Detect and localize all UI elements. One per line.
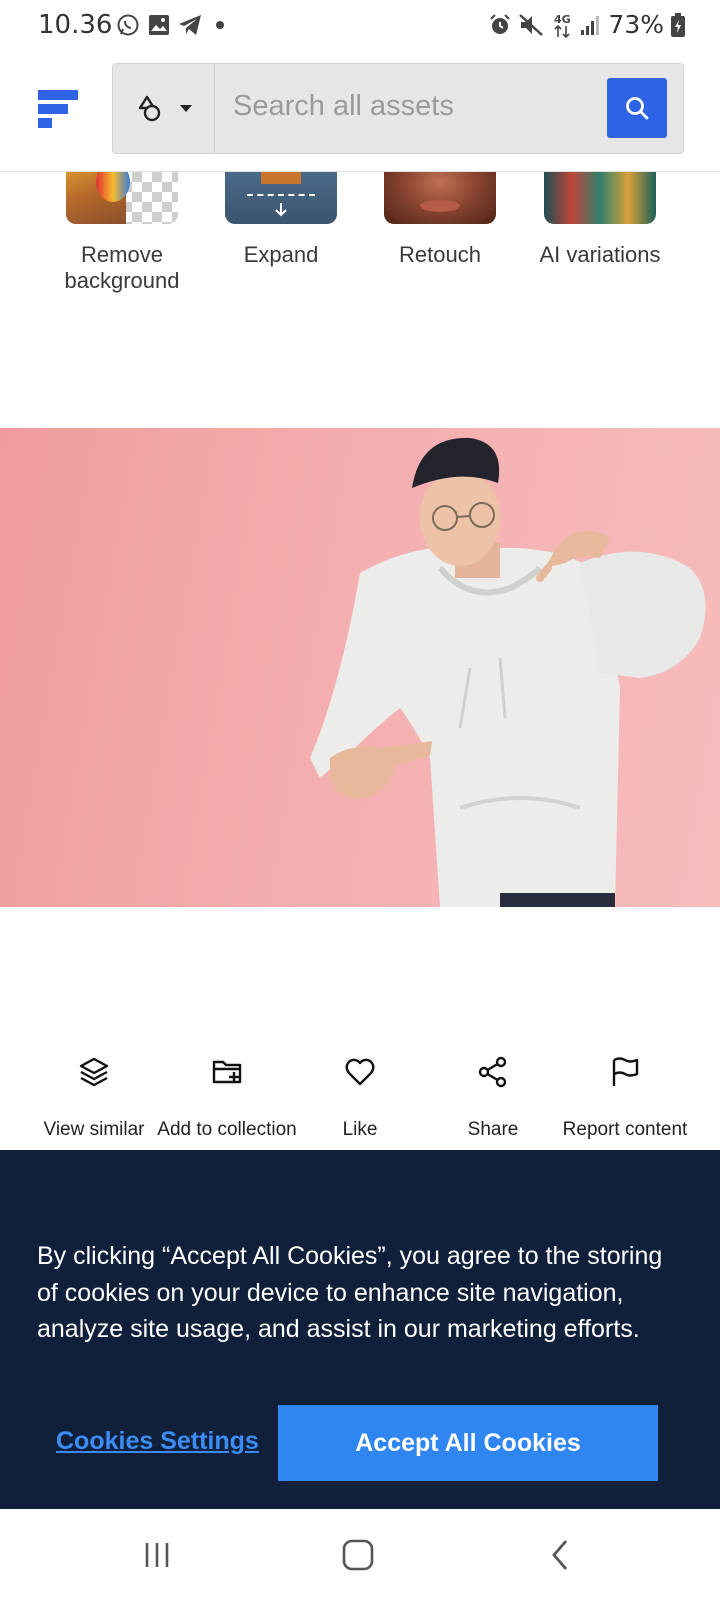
like-button[interactable]: Like (290, 1052, 430, 1145)
system-icons: 4G 73% (488, 10, 686, 39)
signal-icon (581, 15, 600, 35)
cookie-consent-text: By clicking “Accept All Cookies”, you ag… (37, 1242, 663, 1343)
search-button[interactable] (607, 78, 667, 138)
alarm-icon (490, 13, 511, 34)
4g-icon: 4G (554, 13, 571, 38)
svg-text:4G: 4G (554, 13, 571, 26)
status-time: 10.36 (38, 10, 113, 40)
asset-preview-image[interactable] (0, 428, 720, 907)
action-label: Like (342, 1119, 378, 1140)
system-navigation-bar (0, 1509, 720, 1600)
recents-button[interactable] (137, 1535, 177, 1575)
photo-man-in-hoodie (310, 437, 706, 907)
app-header: Search all assets (0, 52, 720, 172)
action-label: Report content (562, 1119, 688, 1140)
tool-label: Retouch (399, 242, 481, 267)
accept-all-cookies-button[interactable]: Accept All Cookies (278, 1405, 658, 1481)
tool-label: Expand (243, 242, 319, 267)
ai-variations-thumbnail (544, 172, 656, 224)
caret-down-icon (179, 104, 192, 112)
tool-expand[interactable]: Expand (196, 172, 366, 268)
heart-icon (345, 1058, 375, 1086)
asset-actions: View similar Add to collection Like Shar… (0, 1040, 720, 1150)
action-label: View similar (43, 1119, 145, 1140)
search-icon (626, 97, 649, 120)
folder-plus-icon (212, 1060, 242, 1084)
tool-ai-variations[interactable]: AI variations (515, 172, 685, 268)
freepik-logo[interactable] (36, 88, 80, 132)
gallery-icon (149, 15, 169, 35)
home-icon (342, 1539, 374, 1571)
shapes-icon (138, 95, 160, 121)
back-button[interactable] (540, 1535, 580, 1575)
search-input[interactable]: Search all assets (233, 90, 454, 123)
tool-remove-background[interactable]: Remove background (37, 172, 207, 294)
telegram-icon (179, 15, 201, 35)
search-bar: Search all assets (112, 63, 684, 154)
battery-icon (671, 12, 685, 37)
dot-icon (216, 21, 224, 29)
action-label: Add to collection (157, 1119, 297, 1140)
whatsapp-icon (117, 14, 139, 36)
status-bar: 10.36 4G 73% (0, 0, 720, 52)
ai-tools-row: Remove background Expand Retouch AI vari… (0, 172, 720, 302)
back-icon (552, 1540, 568, 1570)
cookie-consent-banner: By clicking “Accept All Cookies”, you ag… (0, 1150, 720, 1509)
tool-retouch[interactable]: Retouch (355, 172, 525, 268)
cookies-settings-link[interactable]: Cookies Settings (56, 1427, 259, 1456)
tool-label: AI variations (539, 242, 661, 267)
asset-type-dropdown[interactable] (113, 64, 215, 153)
remove-background-thumbnail (66, 172, 178, 224)
battery-percent: 73% (608, 10, 664, 39)
share-icon (478, 1056, 507, 1088)
retouch-thumbnail (384, 172, 496, 224)
layers-icon (79, 1057, 109, 1087)
recents-icon (145, 1543, 169, 1567)
view-similar-button[interactable]: View similar (24, 1052, 164, 1145)
report-content-button[interactable]: Report content (555, 1052, 695, 1145)
tool-label: Remove background (64, 242, 180, 293)
flag-icon (612, 1057, 639, 1086)
action-label: Share (467, 1119, 519, 1140)
add-to-collection-button[interactable]: Add to collection (157, 1052, 297, 1145)
mute-icon (519, 13, 544, 36)
expand-thumbnail (225, 172, 337, 224)
share-button[interactable]: Share (423, 1052, 563, 1145)
home-button[interactable] (338, 1535, 378, 1575)
notification-icons (116, 13, 230, 37)
